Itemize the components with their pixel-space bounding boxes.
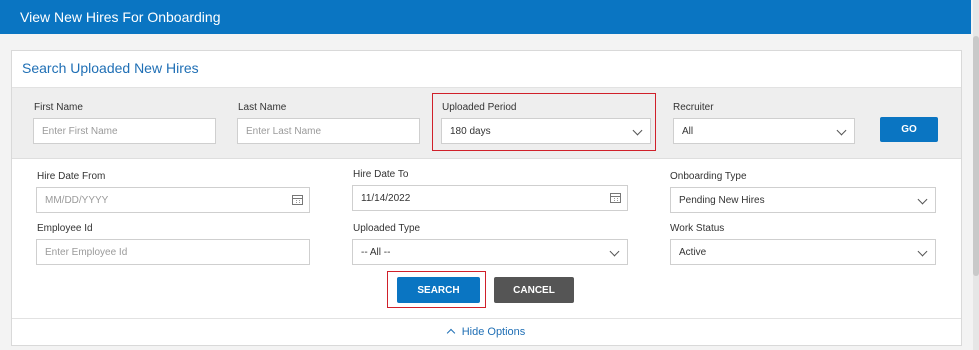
onboarding-type-label: Onboarding Type [670,171,747,182]
first-name-placeholder: Enter First Name [42,125,118,137]
go-button[interactable]: GO [880,117,938,142]
search-button[interactable]: SEARCH [397,277,480,303]
recruiter-value: All [682,125,694,137]
hide-options-toggle[interactable]: Hide Options [12,326,961,338]
hide-options-label: Hide Options [461,326,526,338]
work-status-label: Work Status [670,223,725,234]
onboarding-type-value: Pending New Hires [679,194,765,206]
employee-id-input[interactable]: Enter Employee Id [36,239,310,265]
calendar-icon[interactable] [292,195,303,205]
page-title: View New Hires For Onboarding [20,9,221,25]
work-status-select[interactable]: Active [670,239,936,265]
last-name-placeholder: Enter Last Name [246,125,322,137]
search-panel: Search Uploaded New Hires First Name Ent… [11,50,962,346]
chevron-down-icon [917,246,928,257]
first-name-input[interactable]: Enter First Name [33,118,216,144]
hire-date-to-label: Hire Date To [353,169,409,180]
last-name-input[interactable]: Enter Last Name [237,118,420,144]
calendar-icon[interactable] [610,193,621,203]
chevron-down-icon [836,125,847,136]
chevron-down-icon [609,246,620,257]
hire-date-from-placeholder: MM/DD/YYYY [45,194,109,206]
work-status-value: Active [679,246,707,258]
recruiter-label: Recruiter [673,102,714,113]
uploaded-type-select[interactable]: -- All -- [352,239,628,265]
uploaded-period-highlight [432,93,656,151]
employee-id-placeholder: Enter Employee Id [45,246,128,258]
hire-date-to-input[interactable]: 11/14/2022 [352,185,628,211]
onboarding-type-select[interactable]: Pending New Hires [670,187,936,213]
hire-date-from-label: Hire Date From [37,171,106,182]
page-header: View New Hires For Onboarding [0,0,971,34]
basic-search-row: First Name Enter First Name Last Name En… [12,88,961,159]
divider [12,318,961,319]
recruiter-select[interactable]: All [673,118,855,144]
cancel-button[interactable]: CANCEL [494,277,574,303]
chevron-up-icon [446,328,455,338]
hire-date-to-value: 11/14/2022 [361,192,411,204]
scrollbar-thumb[interactable] [973,36,979,276]
employee-id-label: Employee Id [37,223,93,234]
chevron-down-icon [917,194,928,205]
uploaded-type-value: -- All -- [361,246,391,258]
panel-title: Search Uploaded New Hires [22,60,199,76]
uploaded-type-label: Uploaded Type [353,223,421,234]
last-name-label: Last Name [238,102,287,113]
first-name-label: First Name [34,102,83,113]
hire-date-from-input[interactable]: MM/DD/YYYY [36,187,310,213]
